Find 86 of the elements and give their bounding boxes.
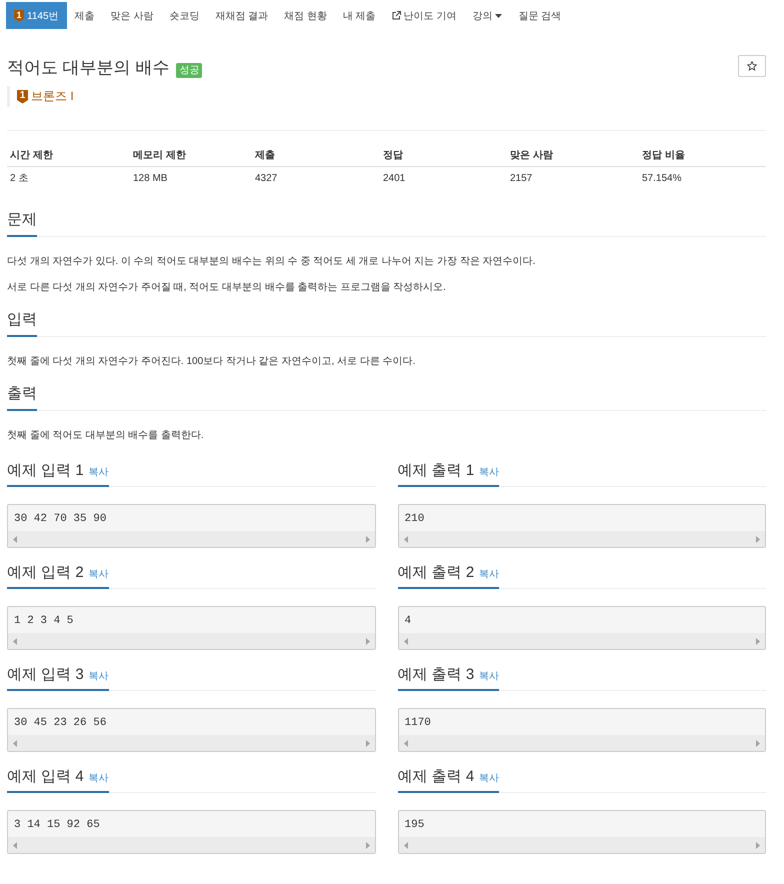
nav-tab[interactable]: 제출 [66, 2, 103, 29]
left-arrow-icon[interactable] [404, 638, 408, 644]
left-arrow-icon[interactable] [404, 842, 408, 848]
right-arrow-icon[interactable] [756, 536, 760, 542]
nav-tab[interactable]: 난이도 기여 [384, 2, 464, 29]
horizontal-scrollbar[interactable] [398, 531, 765, 547]
sample-text: 30 42 70 35 90 [13, 512, 108, 527]
star-icon [747, 61, 757, 71]
nav-tab[interactable]: 숏코딩 [161, 2, 208, 29]
right-arrow-icon[interactable] [756, 740, 760, 746]
sample-title: 예제 입력 1 [7, 461, 84, 480]
sample-title: 예제 입력 2 [7, 563, 84, 582]
nav-tab[interactable]: 내 제출 [334, 2, 384, 29]
section-heading: 입력 [7, 309, 37, 337]
nav-tab[interactable]: 재채점 결과 [207, 2, 276, 29]
copy-link[interactable]: 복사 [88, 667, 109, 686]
right-arrow-icon[interactable] [366, 740, 370, 746]
sample-title: 예제 입력 3 [7, 665, 84, 684]
table-header-cell: 시간 제한 [7, 144, 130, 167]
sample-title: 예제 입력 4 [7, 767, 84, 786]
copy-link[interactable]: 복사 [88, 463, 109, 482]
copy-link[interactable]: 복사 [479, 463, 500, 482]
paragraph: 다섯 개의 자연수가 있다. 이 수의 적어도 대부분의 배수는 위의 수 중 적어도 세 개로 나누어 지는 가장 작은 자연수이다. [7, 255, 536, 269]
table-cell-text: 2401 [382, 172, 406, 186]
problem-title: 적어도 대부분의 배수 [7, 57, 170, 79]
section-heading: 출력 [7, 383, 37, 411]
right-arrow-icon[interactable] [366, 842, 370, 848]
horizontal-scrollbar[interactable] [398, 633, 765, 649]
tier-label: 브론즈 I [31, 88, 74, 105]
copy-link[interactable]: 복사 [88, 565, 109, 584]
paragraph: 서로 다른 다섯 개의 자연수가 주어질 때, 적어도 대부분의 배수를 출력하는 프로그램을 작성하시오. [7, 281, 447, 295]
paragraph: 첫째 줄에 적어도 대부분의 배수를 출력한다. [7, 429, 205, 443]
table-cell-text: 4327 [254, 172, 278, 186]
tier-badge: 1 [14, 10, 24, 22]
paragraph: 첫째 줄에 다섯 개의 자연수가 주어진다. 100보다 작거나 같은 자연수이고, 서로 다른 수이다. [7, 355, 416, 369]
horizontal-scrollbar[interactable] [398, 735, 765, 751]
left-arrow-icon[interactable] [13, 842, 17, 848]
left-arrow-icon[interactable] [404, 740, 408, 746]
table-cell-text: 57.154% [641, 172, 682, 186]
table-header-cell: 정답 [380, 144, 507, 167]
sample-text: 30 45 23 26 56 [13, 716, 108, 731]
horizontal-scrollbar[interactable] [398, 837, 765, 853]
sample-text: 3 14 15 92 65 [13, 818, 101, 833]
table-header-cell: 제출 [252, 144, 380, 167]
right-arrow-icon[interactable] [366, 638, 370, 644]
external-link-icon [392, 11, 401, 20]
left-arrow-icon[interactable] [13, 638, 17, 644]
favorite-button[interactable] [738, 55, 766, 77]
left-arrow-icon[interactable] [404, 536, 408, 542]
table-header-cell: 맞은 사람 [507, 144, 639, 167]
copy-link[interactable]: 복사 [479, 667, 500, 686]
nav-tab[interactable]: 강의 [464, 2, 510, 29]
table-cell-text: 128 MB [132, 172, 168, 186]
left-arrow-icon[interactable] [13, 740, 17, 746]
sample-text: 4 [404, 614, 412, 629]
table-header-cell: 메모리 제한 [130, 144, 252, 167]
sample-title: 예제 출력 3 [398, 665, 474, 684]
sample-title: 예제 출력 1 [398, 461, 474, 480]
nav-tab[interactable]: 질문 검색 [510, 2, 570, 29]
right-arrow-icon[interactable] [756, 638, 760, 644]
right-arrow-icon[interactable] [366, 536, 370, 542]
table-cell-text: 2 초 [9, 172, 30, 186]
horizontal-scrollbar[interactable] [8, 531, 374, 547]
right-arrow-icon[interactable] [756, 842, 760, 848]
sample-text: 195 [404, 818, 426, 833]
copy-link[interactable]: 복사 [479, 565, 500, 584]
sample-text: 1170 [404, 716, 432, 731]
status-badge: 성공 [176, 63, 202, 78]
sample-title: 예제 출력 2 [398, 563, 474, 582]
section-heading: 문제 [7, 209, 37, 237]
nav-tab[interactable]: 채점 현황 [276, 2, 335, 29]
caret-icon [495, 14, 502, 18]
table-header-cell: 정답 비율 [639, 144, 766, 167]
sample-text: 1 2 3 4 5 [13, 614, 74, 629]
horizontal-scrollbar[interactable] [8, 837, 374, 853]
horizontal-scrollbar[interactable] [8, 735, 374, 751]
copy-link[interactable]: 복사 [88, 769, 109, 788]
sample-title: 예제 출력 4 [398, 767, 474, 786]
nav-tab[interactable]: 맞은 사람 [102, 2, 162, 29]
table-cell-text: 2157 [509, 172, 534, 186]
left-arrow-icon[interactable] [13, 536, 17, 542]
nav-tab[interactable]: 1 1145번 [6, 2, 67, 29]
copy-link[interactable]: 복사 [479, 769, 500, 788]
sample-text: 210 [404, 512, 426, 527]
horizontal-scrollbar[interactable] [8, 633, 374, 649]
tier-badge: 1 [17, 90, 28, 104]
